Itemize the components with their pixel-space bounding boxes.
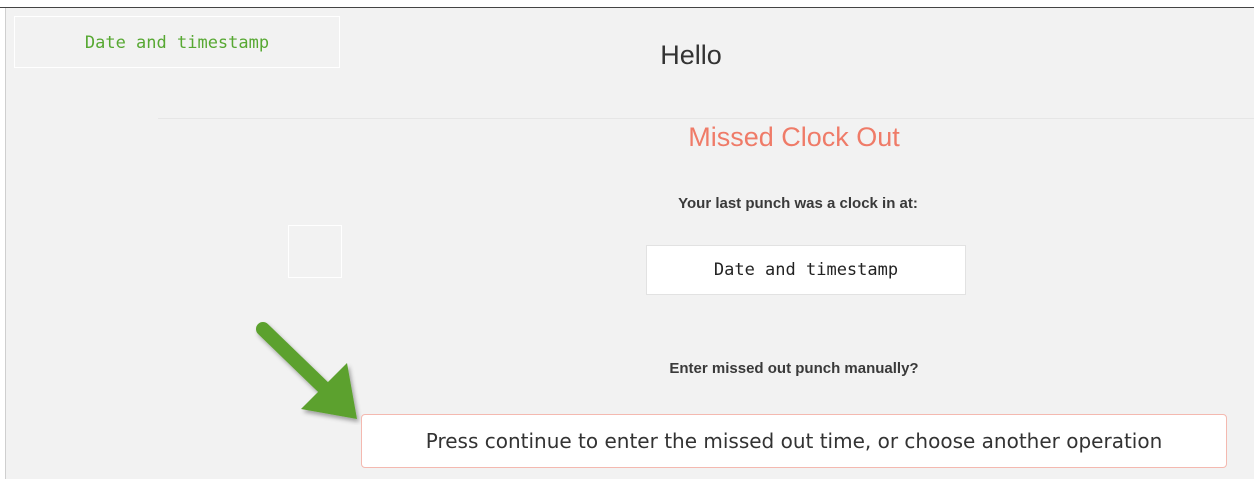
header-date-timestamp: Date and timestamp xyxy=(14,16,340,68)
manual-punch-question: Enter missed out punch manually? xyxy=(669,360,919,377)
empty-placeholder-box xyxy=(288,225,342,278)
kiosk-panel xyxy=(6,8,1254,479)
last-punch-timestamp: Date and timestamp xyxy=(646,245,966,295)
greeting: Hello xyxy=(660,40,722,70)
left-border xyxy=(5,8,6,479)
last-punch-label: Your last punch was a clock in at: xyxy=(678,195,918,212)
arrow-pointer-icon xyxy=(256,322,357,419)
page-title: Missed Clock Out xyxy=(688,122,900,152)
continue-message[interactable]: Press continue to enter the missed out t… xyxy=(361,414,1227,468)
divider xyxy=(158,118,1254,119)
